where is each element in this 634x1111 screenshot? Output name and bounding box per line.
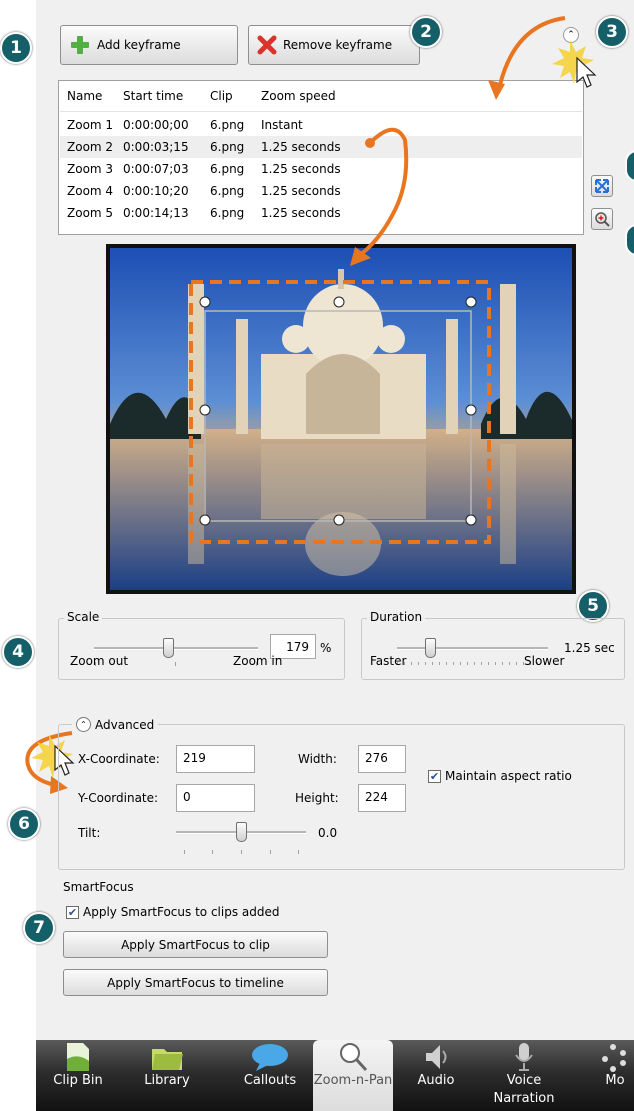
apply-smartfocus-timeline-button[interactable]: Apply SmartFocus to timeline [63,969,328,996]
tab-zoom-n-pan[interactable]: Zoom-n-Pan [313,1040,393,1111]
tab-more[interactable]: Mo [596,1040,634,1111]
speech-bubble-icon [252,1044,288,1071]
tab-label: Audio [417,1073,455,1088]
slower-label: Slower [524,654,565,668]
more-icon [602,1044,626,1072]
apply-smartfocus-clips-checkbox[interactable]: ✔ [66,905,79,919]
tab-label: Callouts [243,1073,297,1088]
apply-smartfocus-clips-row[interactable]: ✔ Apply SmartFocus to clips added [66,905,279,919]
speaker-icon [426,1045,447,1069]
bottom-tab-bar: Clip Bin Library Callouts Zoom-n-Pan Aud… [36,1040,634,1111]
x-coordinate-input[interactable]: 219 [176,745,255,773]
maintain-aspect-checkbox-row[interactable]: ✔ Maintain aspect ratio [428,769,572,783]
tab-audio[interactable]: Audio [398,1040,474,1111]
tab-label: Mo [605,1073,625,1088]
scale-unit: % [320,641,332,655]
tilt-slider-thumb[interactable] [236,822,247,842]
callout-badge-4: 4 [2,636,34,668]
callout-badge-7: 7 [23,912,55,944]
x-coordinate-label: X-Coordinate: [78,752,160,766]
tab-label: Voice Narration [493,1073,555,1106]
scale-title: Scale [64,610,103,624]
callout-badge-2: 2 [410,16,442,48]
tab-voice-narration[interactable]: Voice Narration [483,1040,565,1111]
maintain-aspect-label: Maintain aspect ratio [445,769,572,783]
tab-library[interactable]: Library [126,1040,208,1111]
width-input[interactable]: 276 [358,745,406,773]
duration-slider-thumb[interactable] [425,638,437,658]
tab-label: Zoom-n-Pan [313,1073,393,1088]
apply-smartfocus-clip-button[interactable]: Apply SmartFocus to clip [63,931,328,958]
maintain-aspect-checkbox[interactable]: ✔ [428,769,441,783]
y-coordinate-input[interactable]: 0 [176,784,255,812]
library-folder-icon [152,1049,183,1070]
tab-clip-bin[interactable]: Clip Bin [36,1040,120,1111]
width-label: Width: [298,752,337,766]
magnifier-icon [340,1043,368,1072]
zoom-in-label: Zoom in [233,654,283,668]
duration-title: Duration [367,610,426,624]
zoom-out-label: Zoom out [70,654,129,668]
height-input[interactable]: 224 [358,784,406,812]
advanced-toggle[interactable]: ⌃ Advanced [72,717,159,732]
height-label: Height: [295,791,339,805]
faster-label: Faster [370,654,407,668]
scale-slider-track[interactable] [94,647,258,650]
scale-slider-thumb[interactable] [162,638,174,658]
tilt-label: Tilt: [78,826,101,840]
tab-callouts[interactable]: Callouts [226,1040,314,1111]
duration-slider-track[interactable] [397,647,548,650]
callout-badge-3: 3 [596,16,628,48]
callout-badge-6: 6 [8,808,40,840]
duration-value: 1.25 sec [564,641,615,655]
advanced-title: Advanced [95,717,155,732]
tab-label: Clip Bin [53,1073,103,1088]
callout-badge-1: 1 [0,32,32,64]
y-coordinate-label: Y-Coordinate: [78,791,159,805]
tilt-value: 0.0 [318,826,338,840]
clip-bin-icon [67,1043,89,1071]
collapse-chevron-icon: ⌃ [76,717,91,732]
tab-label: Library [144,1073,190,1088]
smartfocus-title: SmartFocus [63,880,134,894]
apply-smartfocus-clips-label: Apply SmartFocus to clips added [83,905,280,919]
microphone-icon [515,1043,533,1071]
